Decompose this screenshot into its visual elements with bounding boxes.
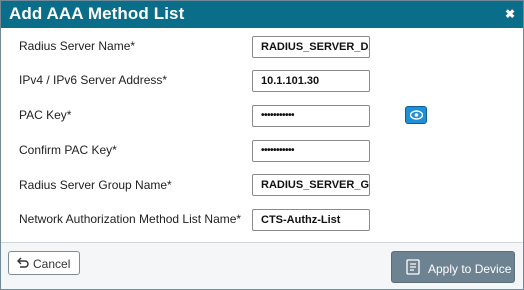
undo-icon [17,257,29,268]
document-icon [406,259,420,275]
show-pac-key-button[interactable] [405,106,427,124]
confirm-pac-key-input[interactable]: ••••••••••• [252,140,370,162]
eye-icon [410,110,423,120]
radius-server-name-label: Radius Server Name* [19,39,136,53]
server-group-name-label: Radius Server Group Name* [19,178,172,192]
apply-to-device-button[interactable]: Apply to Device [391,251,515,283]
authz-method-list-label: Network Authorization Method List Name* [19,212,242,226]
server-group-name-input[interactable]: RADIUS_SERVER_GROU [252,174,370,196]
dialog-title-bar: Add AAA Method List ✖ [1,1,523,28]
pac-key-label: PAC Key* [19,108,72,122]
apply-to-device-label: Apply to Device [428,262,512,276]
confirm-pac-key-label: Confirm PAC Key* [19,143,117,157]
dialog-title: Add AAA Method List [9,4,185,23]
radius-server-name-input[interactable]: RADIUS_SERVER_DAYO [252,36,370,58]
cancel-label: Cancel [33,257,71,271]
add-aaa-method-list-dialog: Add AAA Method List ✖ Radius Server Name… [0,0,524,290]
server-address-input[interactable]: 10.1.101.30 [252,70,370,92]
cancel-button[interactable]: Cancel [8,251,80,275]
pac-key-input[interactable]: ••••••••••• [252,105,370,127]
authz-method-list-input[interactable]: CTS-Authz-List [252,209,370,231]
close-icon[interactable]: ✖ [505,7,515,21]
server-address-label: IPv4 / IPv6 Server Address* [19,73,168,87]
